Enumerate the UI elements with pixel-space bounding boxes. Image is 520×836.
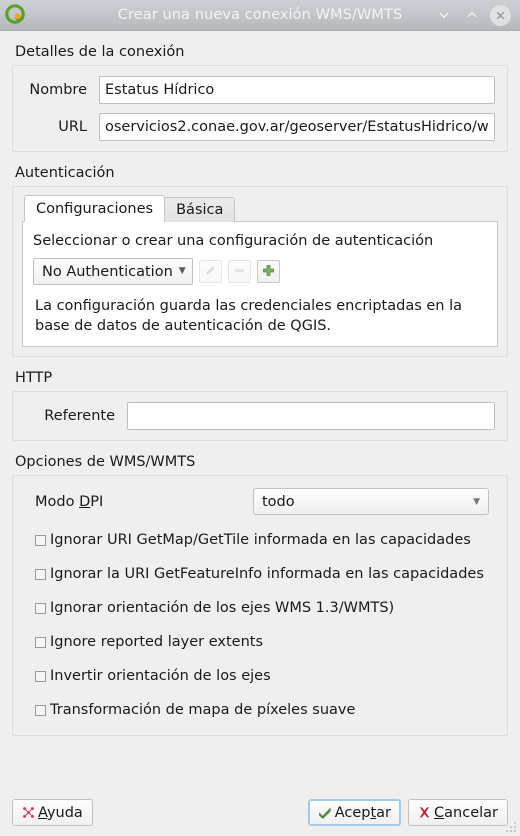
http-label: HTTP — [15, 370, 53, 387]
checkbox-indicator[interactable] — [35, 568, 46, 580]
auth-config-select[interactable]: No Authentication ▼ — [33, 258, 193, 285]
ok-button[interactable]: Aceptar — [307, 799, 402, 826]
checkbox-invert-axis-orientation[interactable]: Invertir orientación de los ejes — [21, 663, 499, 689]
checkbox-ignore-getfeatureinfo-uri[interactable]: Ignorar la URI GetFeatureInfo informada … — [21, 561, 499, 587]
dpi-label-post: PI — [90, 493, 104, 510]
edit-auth-button[interactable] — [198, 260, 222, 283]
checkbox-label: Transformación de mapa de píxeles suave — [50, 702, 356, 719]
checkbox-indicator[interactable] — [35, 670, 46, 682]
ok-post: ar — [376, 804, 392, 821]
help-button[interactable]: Ayuda — [12, 799, 93, 826]
checkbox-ignore-reported-layer-extents[interactable]: Ignore reported layer extents — [21, 629, 499, 655]
resize-grip[interactable] — [503, 819, 518, 834]
auth-controls: No Authentication ▼ — [33, 258, 487, 285]
help-button-label: Ayuda — [38, 805, 83, 821]
chevron-down-icon: ▼ — [473, 496, 480, 507]
minus-icon — [233, 262, 246, 281]
dpi-row: Modo DPI todo ▼ — [21, 488, 499, 516]
tab-basica[interactable]: Básica — [164, 197, 236, 222]
close-icon[interactable] — [490, 4, 511, 26]
help-post: yuda — [46, 804, 83, 821]
name-label: Nombre — [29, 82, 87, 98]
connection-details-group: Nombre URL — [12, 65, 508, 152]
dpi-mode-select[interactable]: todo ▼ — [253, 488, 489, 516]
connection-details-label: Detalles de la conexión — [15, 44, 185, 60]
cross-icon — [418, 806, 431, 819]
checkbox-label: Ignorar la URI GetFeatureInfo informada … — [50, 566, 484, 583]
auth-tabbar: Configuraciones Básica — [24, 195, 498, 222]
help-icon — [22, 806, 35, 819]
referer-label: Referente — [44, 408, 115, 425]
auth-config-value: No Authentication — [42, 263, 173, 280]
ok-pre: Acep — [334, 804, 371, 821]
auth-select-label: Seleccionar o crear una configuración de… — [33, 233, 434, 249]
referer-row: Referente — [25, 402, 495, 431]
dpi-label-pre: Modo — [35, 493, 80, 510]
url-row: URL — [25, 113, 495, 141]
help-mnemonic: A — [38, 804, 47, 821]
url-label: URL — [58, 119, 87, 135]
checkbox-indicator[interactable] — [35, 534, 46, 546]
authentication-label: Autenticación — [15, 165, 115, 181]
tab-configuraciones[interactable]: Configuraciones — [24, 195, 166, 222]
cancel-button-label: Cancelar — [434, 805, 498, 821]
chevron-down-icon[interactable] — [434, 6, 453, 25]
remove-auth-button[interactable] — [227, 260, 251, 283]
window-controls — [434, 4, 520, 26]
cancel-mnemonic: C — [434, 804, 445, 821]
checkbox-label: Ignorar orientación de los ejes WMS 1.3/… — [50, 600, 395, 617]
auth-note: La configuración guarda las credenciales… — [35, 298, 462, 334]
tab-configuraciones-label: Configuraciones — [36, 201, 154, 217]
chevron-down-icon: ▼ — [178, 266, 186, 276]
chevron-up-icon[interactable] — [462, 6, 481, 25]
authentication-group: Configuraciones Básica Seleccionar o cre… — [12, 186, 508, 358]
checkbox-label: Ignorar URI GetMap/GetTile informada en … — [50, 532, 471, 549]
pencil-icon — [204, 262, 217, 281]
dpi-label-mnemonic: D — [79, 493, 91, 510]
dialog-button-bar: Ayuda Aceptar Cancelar — [12, 799, 508, 826]
checkbox-indicator[interactable] — [35, 704, 46, 716]
cancel-button[interactable]: Cancelar — [408, 799, 508, 826]
url-input[interactable] — [99, 113, 495, 141]
checkbox-smooth-pixmap-transform[interactable]: Transformación de mapa de píxeles suave — [21, 697, 499, 723]
http-group: Referente — [12, 391, 508, 442]
confirm-buttons: Aceptar Cancelar — [307, 799, 508, 826]
checkbox-label: Invertir orientación de los ejes — [50, 668, 271, 685]
qgis-logo-icon — [5, 4, 27, 26]
title-bar[interactable]: Crear una nueva conexión WMS/WMTS — [0, 0, 520, 31]
checkbox-ignore-axis-orientation[interactable]: Ignorar orientación de los ejes WMS 1.3/… — [21, 595, 499, 621]
checkbox-indicator[interactable] — [35, 602, 46, 614]
wms-options-group: Modo DPI todo ▼ Ignorar URI GetMap/GetTi… — [12, 475, 508, 737]
checkbox-ignore-getmap-uri[interactable]: Ignorar URI GetMap/GetTile informada en … — [21, 527, 499, 553]
checkbox-label: Ignore reported layer extents — [50, 634, 264, 651]
dialog-content: Detalles de la conexión Nombre URL Auten… — [0, 31, 520, 836]
auth-tabpane: Seleccionar o crear una configuración de… — [22, 221, 498, 348]
cancel-post: ancelar — [444, 804, 498, 821]
ok-button-label: Aceptar — [335, 805, 391, 821]
name-row: Nombre — [25, 76, 495, 104]
name-input[interactable] — [99, 76, 495, 104]
dpi-mode-value: todo — [262, 493, 295, 510]
referer-input[interactable] — [127, 402, 495, 431]
tab-basica-label: Básica — [176, 202, 224, 218]
wms-options-label: Opciones de WMS/WMTS — [15, 454, 196, 471]
plus-icon — [262, 262, 275, 281]
check-icon — [318, 806, 332, 820]
add-auth-button[interactable] — [256, 260, 280, 283]
checkbox-indicator[interactable] — [35, 636, 46, 648]
dpi-mode-label: Modo DPI — [21, 494, 253, 510]
